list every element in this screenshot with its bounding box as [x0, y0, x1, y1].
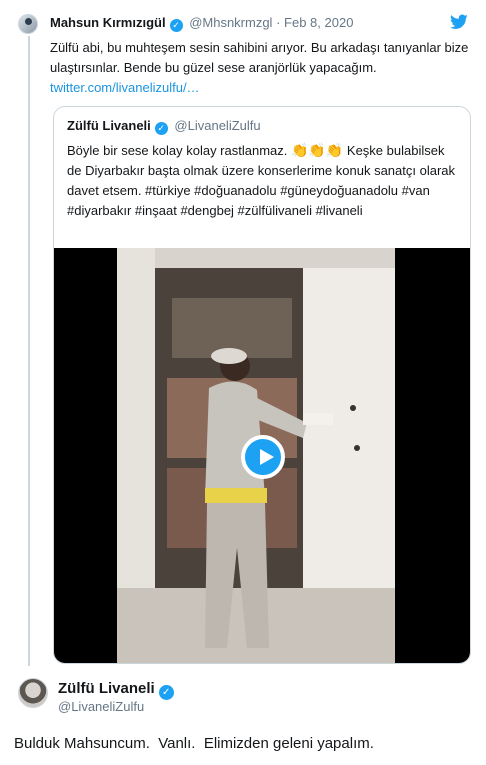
- original-tweet-header: Mahsun Kırmızıgül ✓ @Mhsnkrmzgl · Feb 8, …: [50, 15, 468, 37]
- quoted-tweet-card[interactable]: Zülfü Livaneli ✓ @LivaneliZulfu Böyle bir…: [53, 106, 471, 664]
- original-tweet-text: Zülfü abi, bu muhteşem sesin sahibini ar…: [50, 38, 470, 98]
- play-button[interactable]: [241, 435, 285, 479]
- reply-author-name-row: Zülfü Livaneli ✓: [58, 680, 177, 700]
- verified-badge-icon: ✓: [169, 19, 183, 32]
- thread-connector-line: [28, 36, 30, 666]
- livaneli-avatar[interactable]: [18, 678, 48, 708]
- quoted-author-name: Zülfü Livaneli: [67, 118, 151, 133]
- twitter-bird-icon[interactable]: [450, 14, 468, 30]
- tweet-date[interactable]: Feb 8, 2020: [284, 15, 353, 30]
- reply-author-name[interactable]: Zülfü Livaneli: [58, 680, 155, 697]
- video-player[interactable]: [54, 248, 470, 663]
- mahsun-avatar[interactable]: [18, 14, 38, 34]
- original-author-name[interactable]: Mahsun Kırmızıgül: [50, 15, 166, 30]
- quoted-tweet-text: Böyle bir sese kolay kolay rastlanmaz. 👏…: [67, 140, 462, 221]
- verified-badge-icon: ✓: [158, 685, 174, 700]
- separator-dot: ·: [276, 15, 281, 30]
- reply-tweet-text: Bulduk Mahsuncum. Vanlı. Elimizden gelen…: [14, 735, 374, 752]
- reply-author-handle[interactable]: @LivaneliZulfu: [58, 699, 144, 714]
- quoted-tweet-link[interactable]: twitter.com/livanelizulfu/…: [50, 80, 200, 95]
- quoted-author-handle: @LivaneliZulfu: [174, 118, 261, 133]
- original-tweet-body: Zülfü abi, bu muhteşem sesin sahibini ar…: [50, 40, 469, 75]
- quoted-tweet-header: Zülfü Livaneli ✓ @LivaneliZulfu: [67, 118, 261, 135]
- original-author-handle[interactable]: @Mhsnkrmzgl: [189, 15, 272, 30]
- clapping-hands-icon: 👏👏👏: [291, 142, 344, 158]
- verified-badge-icon: ✓: [154, 122, 168, 135]
- quoted-text-part1: Böyle bir sese kolay kolay rastlanmaz.: [67, 143, 288, 158]
